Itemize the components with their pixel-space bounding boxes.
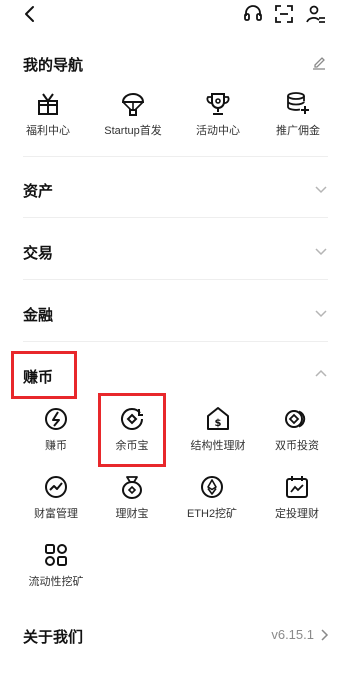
nav-item-referral[interactable]: 推广佣金 <box>255 91 341 138</box>
divider <box>23 279 328 280</box>
chevron-down-icon[interactable] <box>314 244 328 258</box>
earn-item-eth2[interactable]: ETH2挖矿 <box>169 474 255 521</box>
earn-item-label: 理财宝 <box>115 508 149 520</box>
earn-item-dual[interactable]: 双币投资 <box>254 406 340 453</box>
structured-product-icon: $ <box>207 407 229 430</box>
earn-item-savings[interactable]: 余币宝 <box>89 406 175 453</box>
chevron-right-icon[interactable] <box>318 628 330 642</box>
nav-item-label: 活动中心 <box>196 125 240 137</box>
recurring-buy-icon <box>286 476 308 498</box>
nav-item-welfare[interactable]: 福利中心 <box>5 91 91 138</box>
nav-item-label: 福利中心 <box>26 125 70 137</box>
earn-item-liquidity[interactable]: 流动性挖矿 <box>13 542 99 589</box>
edit-icon[interactable] <box>311 54 327 70</box>
gift-icon <box>38 93 58 115</box>
parachute-icon <box>121 93 145 116</box>
about-us-row[interactable]: 关于我们 <box>23 626 83 647</box>
earn-item-label: 双币投资 <box>275 440 319 452</box>
wealth-chart-icon <box>45 476 67 498</box>
section-trade[interactable]: 交易 <box>23 242 53 263</box>
earn-coin-icon <box>45 408 67 430</box>
back-arrow-icon[interactable] <box>20 4 40 24</box>
earn-item-earn[interactable]: 赚币 <box>13 406 99 453</box>
headset-support-icon[interactable] <box>242 3 264 25</box>
section-finance[interactable]: 金融 <box>23 304 53 325</box>
divider <box>23 217 328 218</box>
earn-item-label: ETH2挖矿 <box>186 508 238 520</box>
nav-item-events[interactable]: 活动中心 <box>175 91 261 138</box>
earn-item-label: 赚币 <box>45 440 67 452</box>
divider <box>23 156 328 157</box>
trophy-icon <box>206 93 230 115</box>
earn-item-recurring[interactable]: 定投理财 <box>254 474 340 521</box>
version-label: v6.15.1 <box>271 627 314 642</box>
nav-item-label: Startup首发 <box>104 125 162 137</box>
nav-item-label: 推广佣金 <box>276 125 320 137</box>
earn-item-label: 流动性挖矿 <box>28 576 84 588</box>
earn-item-label: 定投理财 <box>275 508 319 520</box>
nav-section-title: 我的导航 <box>23 57 84 74</box>
earn-item-label: 财富管理 <box>34 508 78 520</box>
money-bag-icon <box>122 476 142 499</box>
account-switch-icon[interactable] <box>305 3 327 25</box>
dual-investment-icon <box>285 410 306 428</box>
coins-add-icon <box>287 92 309 114</box>
top-bar <box>0 0 350 30</box>
divider <box>23 341 328 342</box>
section-earn[interactable]: 赚币 <box>23 366 53 387</box>
savings-icon <box>121 408 143 430</box>
svg-text:$: $ <box>215 418 222 429</box>
earn-item-wealth[interactable]: 财富管理 <box>13 474 99 521</box>
chevron-down-icon[interactable] <box>314 306 328 320</box>
chevron-up-icon[interactable] <box>314 367 328 381</box>
scan-icon[interactable] <box>273 3 295 25</box>
earn-item-structured[interactable]: $ 结构性理财 <box>175 406 261 453</box>
earn-item-label: 结构性理财 <box>190 440 246 452</box>
nav-item-startup[interactable]: Startup首发 <box>90 91 176 138</box>
earn-item-bag[interactable]: 理财宝 <box>89 474 175 521</box>
chevron-down-icon[interactable] <box>314 182 328 196</box>
section-assets[interactable]: 资产 <box>23 180 53 201</box>
ethereum-icon <box>201 476 223 498</box>
liquidity-mining-icon <box>45 544 67 566</box>
earn-item-label: 余币宝 <box>115 440 149 452</box>
